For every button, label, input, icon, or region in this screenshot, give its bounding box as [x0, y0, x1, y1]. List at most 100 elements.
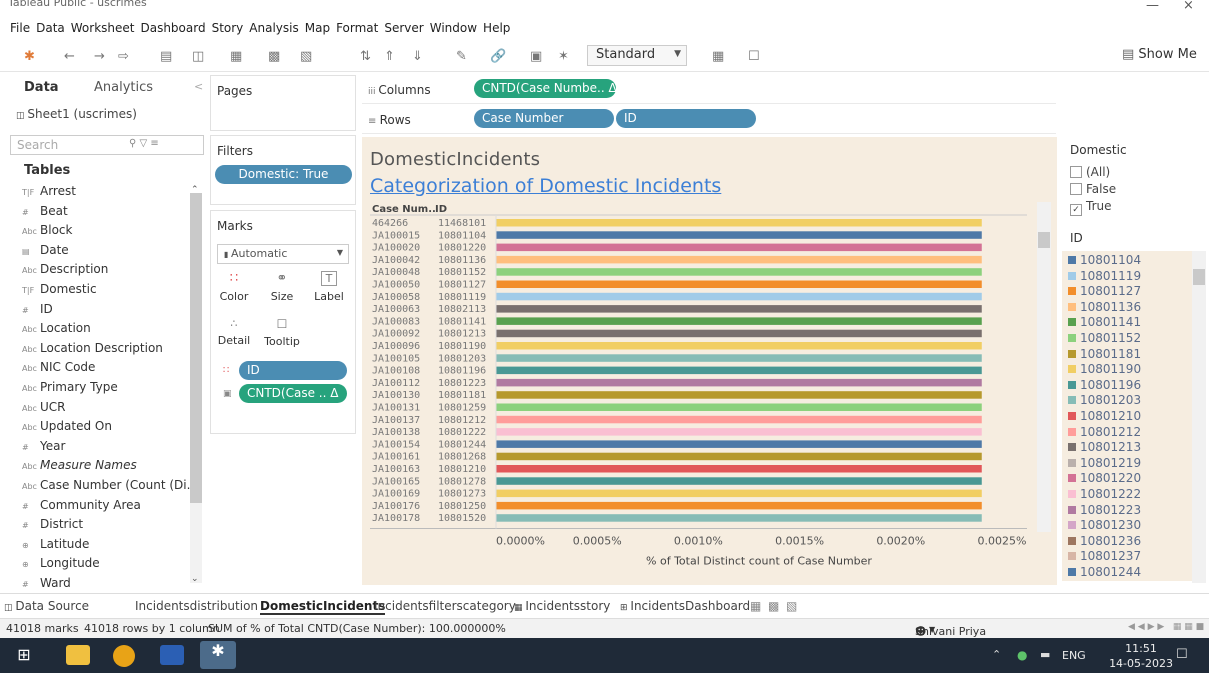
bar[interactable] [496, 452, 982, 461]
data-source-tab[interactable]: ◫ Data Source [4, 599, 89, 613]
checkbox-checked[interactable]: ✓ [1070, 204, 1082, 216]
field-block[interactable]: Abc Block [22, 223, 72, 237]
presentation-icon[interactable]: ☐ [748, 49, 760, 64]
new-worksheet-icon[interactable]: ▦ [230, 49, 242, 64]
menu-format[interactable]: Format [336, 21, 378, 35]
legend-item[interactable]: 10801219 [1068, 456, 1141, 470]
scroll-up-icon[interactable]: ⌃ [191, 185, 199, 195]
field-case-number-count-di[interactable]: Abc Case Number (Count (Di... [22, 478, 198, 492]
legend-item[interactable]: 10801152 [1068, 331, 1141, 345]
field-arrest[interactable]: T|F Arrest [22, 184, 76, 198]
legend-item[interactable]: 10801190 [1068, 362, 1141, 376]
marks-pill-cntd[interactable]: CNTD(Case .. Δ [239, 384, 347, 403]
scrollbar-thumb[interactable] [190, 193, 202, 503]
bar[interactable] [496, 378, 982, 387]
bar[interactable] [496, 440, 982, 448]
bar[interactable] [496, 255, 982, 264]
field-primary-type[interactable]: Abc Primary Type [22, 380, 118, 394]
field-community-area[interactable]: # Community Area [22, 498, 141, 512]
labels-icon[interactable]: ▣ [530, 49, 542, 64]
bar[interactable] [496, 428, 982, 436]
minimize-icon[interactable]: — [1146, 0, 1159, 13]
new-datasource-icon[interactable]: ◫ [192, 49, 204, 64]
menu-dashboard[interactable]: Dashboard [140, 21, 205, 35]
legend-item[interactable]: 10801141 [1068, 315, 1141, 329]
checkbox[interactable] [1070, 166, 1082, 178]
rows-pill-case-number[interactable]: Case Number [474, 109, 614, 128]
show-me-button[interactable]: ▤ Show Me [1122, 47, 1197, 62]
legend-item[interactable]: 10801104 [1068, 253, 1141, 267]
field-list-scrollbar[interactable] [190, 193, 202, 583]
menu-server[interactable]: Server [384, 21, 423, 35]
field-location-description[interactable]: Abc Location Description [22, 341, 163, 355]
chart-scroll-thumb[interactable] [1038, 232, 1050, 248]
bar[interactable] [496, 305, 982, 313]
back-data-icon[interactable]: ⇨ [118, 49, 129, 64]
highlight-icon[interactable]: ✎ [456, 49, 467, 64]
field-search-input[interactable]: Search ⚲ ▽ ≡ [10, 135, 204, 155]
bar[interactable] [496, 403, 982, 412]
legend-item[interactable]: 10801236 [1068, 534, 1141, 548]
domestic-option-true[interactable]: ✓ True [1070, 199, 1112, 216]
bar[interactable] [496, 489, 982, 498]
chrome-icon[interactable] [113, 645, 135, 667]
chart-scrollbar[interactable] [1037, 202, 1051, 532]
clock[interactable]: 11:51 14-05-2023 [1109, 641, 1173, 671]
bar[interactable] [496, 366, 982, 375]
legend-item[interactable]: 10801127 [1068, 284, 1141, 298]
tab-incidentsdistribution[interactable]: Incidentsdistribution [135, 599, 258, 613]
bar[interactable] [496, 219, 982, 227]
bar[interactable] [496, 317, 982, 325]
word-icon[interactable] [160, 645, 184, 665]
notification-icon[interactable]: ☐ [1176, 647, 1188, 662]
file-explorer-icon[interactable] [66, 645, 90, 665]
field-id[interactable]: # ID [22, 302, 53, 316]
legend-item[interactable]: 10801222 [1068, 487, 1141, 501]
tab-analytics[interactable]: Analytics [94, 80, 153, 95]
bar[interactable] [496, 391, 982, 399]
legend-item[interactable]: 10801119 [1068, 269, 1141, 283]
columns-pill-cntd[interactable]: CNTD(Case Numbe.. Δ [474, 79, 617, 98]
filter-pill-domestic[interactable]: Domestic: True [215, 165, 352, 184]
field-domestic[interactable]: T|F Domestic [22, 282, 97, 296]
marks-pill-id[interactable]: ID [239, 361, 347, 380]
menu-story[interactable]: Story [212, 21, 244, 35]
detail-button[interactable]: ∴ Detail [217, 317, 251, 347]
tab-incidentsdashboard[interactable]: ⊞ IncidentsDashboard [620, 599, 750, 613]
new-story-icon[interactable]: ▧ [786, 599, 797, 613]
security-icon[interactable]: ● [1017, 648, 1027, 662]
label-button[interactable]: T Label [311, 271, 347, 303]
sheet-nav-icons[interactable]: ◀ ◀ ▶ ▶ ▦ ▦ ■ [1128, 622, 1204, 632]
legend-item[interactable]: 10801237 [1068, 549, 1141, 563]
field-longitude[interactable]: ⊕ Longitude [22, 556, 100, 570]
mark-type-dropdown[interactable]: ▮ Automatic ▼ [217, 244, 349, 264]
field-latitude[interactable]: ⊕ Latitude [22, 537, 89, 551]
tableau-taskbar-icon[interactable]: ✱ [200, 641, 236, 669]
redo-icon[interactable]: → [94, 49, 105, 64]
color-button[interactable]: ∷ Color [217, 271, 251, 303]
field-description[interactable]: Abc Description [22, 262, 108, 276]
bar[interactable] [496, 268, 982, 276]
tab-data[interactable]: Data [24, 80, 59, 95]
duplicate-icon[interactable]: ▩ [268, 49, 280, 64]
windows-start-icon[interactable]: ⊞ [12, 645, 36, 665]
legend-item[interactable]: 10801212 [1068, 425, 1141, 439]
show-cards-icon[interactable]: ▦ [712, 49, 724, 64]
size-button[interactable]: ⚭ Size [265, 271, 299, 303]
field-nic-code[interactable]: Abc NIC Code [22, 360, 95, 374]
rows-pill-id[interactable]: ID [616, 109, 756, 128]
tab-incidentsstory[interactable]: ▦ Incidentsstory [514, 599, 610, 613]
sort-descending-icon[interactable]: ⇓ [412, 49, 423, 64]
new-dashboard-icon[interactable]: ▩ [768, 599, 779, 613]
field-ward[interactable]: # Ward [22, 576, 71, 590]
legend-scrollbar[interactable] [1192, 251, 1206, 583]
system-tray-icons[interactable]: ⌃ [992, 648, 1001, 661]
legend-item[interactable]: 10801210 [1068, 409, 1141, 423]
legend-item[interactable]: 10801213 [1068, 440, 1141, 454]
legend-item[interactable]: 10801220 [1068, 471, 1141, 485]
field-beat[interactable]: # Beat [22, 204, 68, 218]
bar[interactable] [496, 243, 982, 252]
close-icon[interactable]: × [1183, 0, 1194, 13]
tab-domesticincidents[interactable]: DomesticIncidents [260, 599, 386, 615]
sort-ascending-icon[interactable]: ⇑ [384, 49, 395, 64]
